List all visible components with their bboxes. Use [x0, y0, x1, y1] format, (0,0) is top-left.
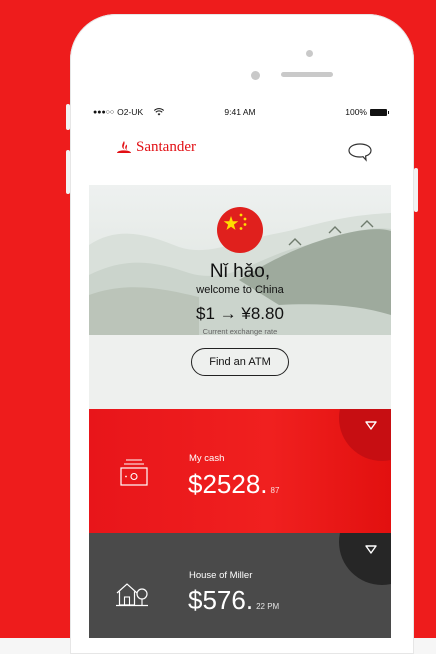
balance-cents: 22 PM [256, 602, 280, 611]
front-camera [306, 50, 313, 57]
earpiece-speaker [281, 72, 333, 77]
welcome-banner: Nǐ hǎo, welcome to China $1 → ¥8.80 Curr… [89, 185, 391, 409]
chat-bubble-icon[interactable] [347, 142, 373, 162]
power-button [414, 168, 418, 212]
card-fold [339, 409, 391, 461]
status-bar: ●●●○○ O2-UK 9:41 AM 100% [89, 103, 391, 123]
proximity-sensor [251, 71, 260, 80]
account-card-cash[interactable]: My cash $2528. 87 [89, 409, 391, 533]
find-atm-button[interactable]: Find an ATM [191, 348, 289, 376]
account-name: My cash [189, 453, 225, 464]
china-flag-icon [217, 207, 263, 253]
app-screen: ●●●○○ O2-UK 9:41 AM 100% Santander Nǐ hǎ… [89, 103, 391, 638]
greeting-text: Nǐ hǎo, [209, 261, 271, 282]
welcome-text: welcome to China [196, 284, 284, 296]
account-card-house[interactable]: House of Miller $576. 22 PM [89, 533, 391, 638]
exchange-rate-label: Current exchange rate [202, 327, 278, 336]
chevron-down-icon[interactable] [365, 545, 377, 554]
santander-logo[interactable]: Santander [116, 139, 196, 156]
exchange-rate: $1 → ¥8.80 [196, 304, 284, 323]
volume-button [66, 150, 70, 194]
card-fold [339, 533, 391, 585]
account-name: House of Miller [189, 570, 253, 581]
balance-cents: 87 [270, 486, 280, 495]
balance-main: $2528. [188, 469, 268, 499]
santander-flame-icon [117, 140, 131, 153]
app-header: Santander [89, 123, 391, 185]
cash-icon [120, 459, 148, 486]
account-balance: $576. 22 PM [188, 585, 279, 616]
mute-switch [66, 104, 70, 130]
battery-icon [370, 108, 389, 116]
battery-percent: 100% [345, 107, 367, 117]
balance-main: $576. [188, 585, 254, 615]
account-balance: $2528. 87 [188, 469, 279, 500]
brand-name: Santander [136, 139, 196, 155]
chevron-down-icon[interactable] [365, 421, 377, 430]
house-tree-icon [116, 583, 148, 607]
